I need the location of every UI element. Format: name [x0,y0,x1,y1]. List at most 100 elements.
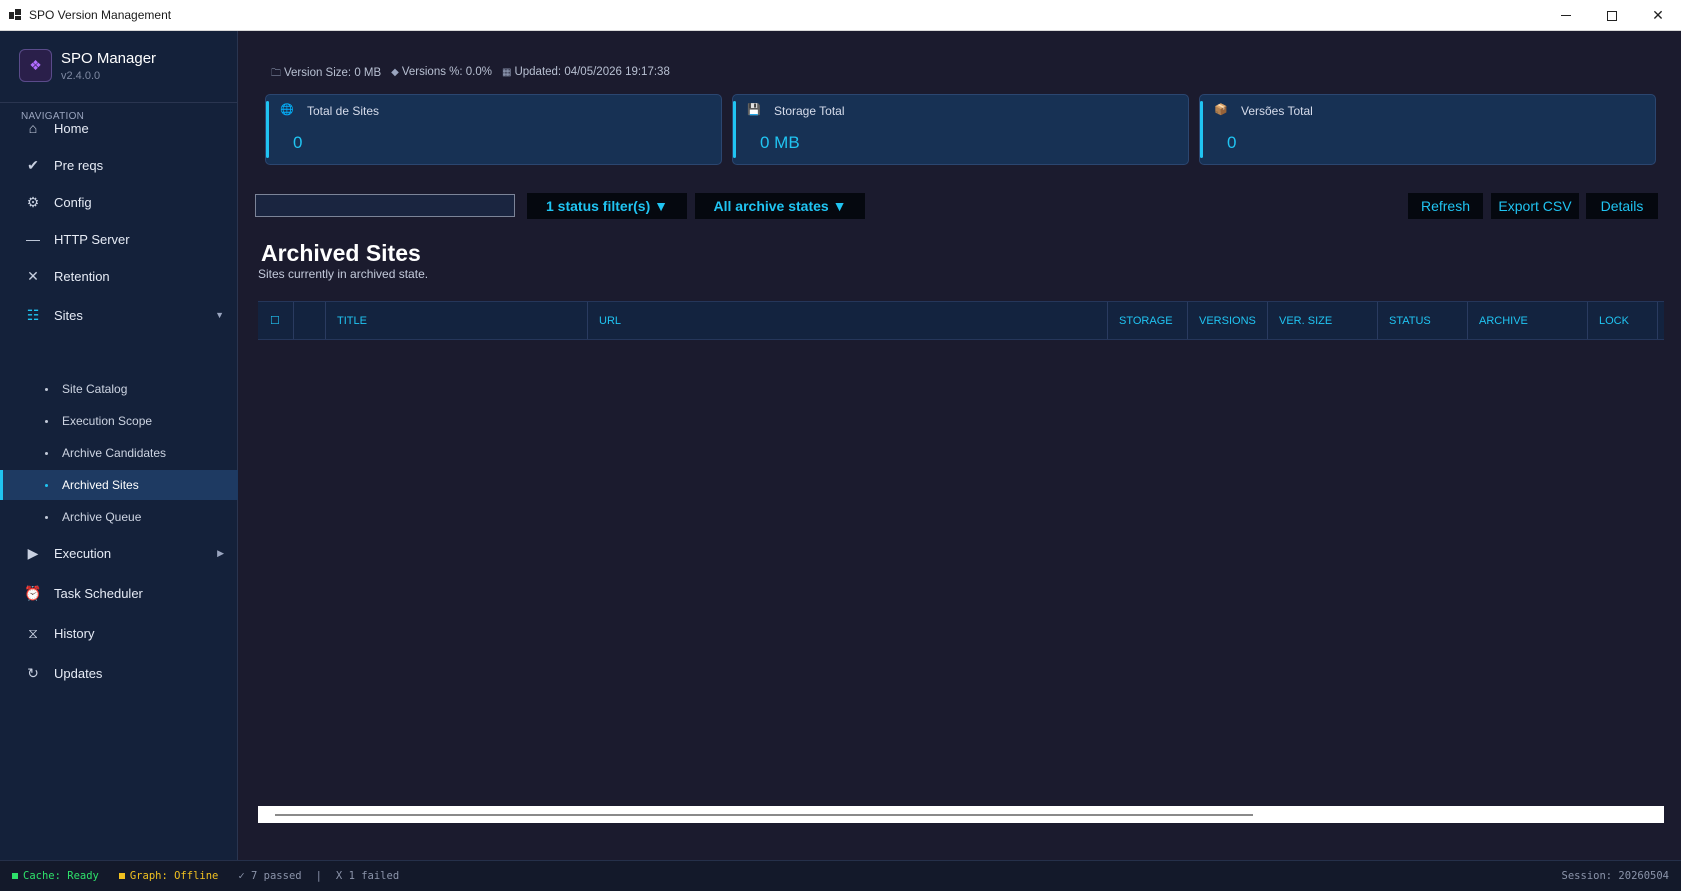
status-divider: | [315,870,322,882]
status-filter-dropdown[interactable]: 1 status filter(s) ▼ [527,193,687,219]
summary-meta: 🗀 Version Size: 0 MB ◆ Versions %: 0.0% ▦ U… [271,66,670,83]
home-icon: ⌂ [28,120,38,136]
chevron-right-icon: ▶ [217,547,224,558]
sidebar-item-prereqs[interactable]: ✔ Pre reqs [0,147,238,183]
chevron-down-icon: ▼ [215,310,224,320]
bullet-icon [45,387,48,391]
sidebar-item-history[interactable]: ⧖ History [0,615,238,651]
cache-status-text: Cache: Ready [23,870,99,882]
sidebar-item-label: Execution [54,545,112,561]
column-header-archive[interactable]: ARCHIVE [1468,302,1588,339]
export-csv-button[interactable]: Export CSV [1491,193,1579,219]
select-all-checkbox[interactable]: ☐ [258,302,294,339]
sidebar-item-label: Sites [54,307,83,323]
sidebar-subitem-site-catalog[interactable]: Site Catalog [0,374,238,404]
sidebar-divider [0,102,238,103]
card-label: Storage Total [774,104,845,118]
page-subtitle: Sites currently in archived state. [258,267,429,281]
versions-percent: Versions %: 0.0% [401,66,492,78]
column-header-title[interactable]: TITLE [326,302,588,339]
updated-timestamp: Updated: 04/05/2026 19:17:38 [514,66,670,78]
table-header: ☐ TITLE URL STORAGE VERSIONS VER. SIZE S… [258,301,1664,340]
brand-version: v2.4.0.0 [61,70,101,82]
column-header-storage[interactable]: STORAGE [1108,302,1188,339]
folder-icon: 🗀 [271,68,281,79]
dash-icon: — [26,231,40,247]
maximize-button[interactable] [1589,0,1635,31]
column-header-ver-size[interactable]: VER. SIZE [1268,302,1378,339]
minimize-button[interactable] [1543,0,1589,31]
minimize-icon [1561,15,1571,16]
sidebar-item-config[interactable]: ⚙ Config [0,184,238,220]
list-icon: ☷ [26,306,40,323]
sidebar-item-http-server[interactable]: — HTTP Server [0,221,238,257]
brand: ❖ SPO Manager v2.4.0.0 [19,49,156,82]
alarm-icon: ⏰ [24,584,42,601]
sidebar-subitem-label: Archive Candidates [62,446,167,460]
sidebar-item-updates[interactable]: ↻ Updates [0,655,238,691]
card-value: 0 MB [760,133,800,152]
window-titlebar: SPO Version Management ✕ [0,0,1681,31]
sidebar-subitem-label: Execution Scope [62,414,153,428]
sidebar-item-execution[interactable]: ▶ Execution ▶ [0,535,238,571]
card-label: Versões Total [1241,104,1313,118]
calendar-icon: ▦ [502,67,512,78]
sidebar-item-label: Pre reqs [54,157,104,173]
horizontal-scrollbar[interactable] [258,806,1664,823]
sidebar-item-retention[interactable]: ✕ Retention [0,258,238,294]
card-accent [733,101,736,158]
close-icon: ✕ [1652,7,1664,23]
sidebar-subitem-archive-queue[interactable]: Archive Queue [0,502,238,532]
sidebar-item-task-scheduler[interactable]: ⏰ Task Scheduler [0,575,238,611]
column-header-versions[interactable]: VERSIONS [1188,302,1268,339]
archive-state-dropdown[interactable]: All archive states ▼ [695,193,865,219]
card-accent [266,101,269,158]
diamond-icon: ❖ [19,49,52,82]
status-bar: Cache: Ready Graph: Offline ✓ 7 passed |… [0,860,1681,891]
close-button[interactable]: ✕ [1635,0,1681,31]
column-header-icon[interactable] [294,302,326,339]
column-header-url[interactable]: URL [588,302,1108,339]
card-value: 0 [293,133,303,152]
sidebar-item-sites[interactable]: ☷ Sites ▼ [0,297,238,333]
sidebar-item-label: Config [54,194,92,210]
sidebar-item-home[interactable]: ⌂ Home [0,110,238,146]
save-icon: 💾 [747,104,761,116]
gear-icon: ⚙ [26,193,40,210]
globe-icon: 🌐 [280,104,294,116]
bullet-icon [45,515,48,519]
sidebar-subitem-label: Archive Queue [62,510,142,524]
sidebar-item-label: Home [54,120,89,136]
close-icon: ✕ [27,267,39,284]
card-accent [1200,101,1203,158]
sidebar-subitem-archive-candidates[interactable]: Archive Candidates [0,438,238,468]
details-button[interactable]: Details [1586,193,1658,219]
refresh-button[interactable]: Refresh [1408,193,1483,219]
diamond-small-icon: ◆ [391,67,399,78]
session-id: Session: 20260504 [1561,870,1669,882]
search-input[interactable] [255,194,515,217]
box-icon: 📦 [1214,104,1228,116]
sidebar-subitem-label: Archived Sites [62,478,139,492]
card-value: 0 [1227,133,1237,152]
maximize-icon [1607,10,1617,21]
scrollbar-thumb[interactable] [275,814,1253,816]
card-label: Total de Sites [307,104,380,118]
bullet-icon [45,419,48,423]
sidebar-subitem-execution-scope[interactable]: Execution Scope [0,406,238,436]
bullet-icon [45,451,48,455]
sidebar-subitem-archived-sites[interactable]: Archived Sites [0,470,238,500]
graph-status-text: Graph: Offline [129,870,219,882]
column-header-lock[interactable]: LOCK [1588,302,1658,339]
status-dot-icon [118,873,125,879]
active-indicator [0,470,3,500]
window-title: SPO Version Management [29,8,172,22]
sidebar: ❖ SPO Manager v2.4.0.0 NAVIGATION ⌂ Home… [0,31,238,860]
graph-status: Graph: Offline [118,870,219,882]
play-icon: ▶ [27,544,39,561]
cache-status: Cache: Ready [12,870,99,882]
app-icon [9,9,21,21]
column-header-status[interactable]: STATUS [1378,302,1468,339]
sidebar-item-label: Updates [54,665,103,681]
sidebar-item-label: HTTP Server [54,231,130,247]
